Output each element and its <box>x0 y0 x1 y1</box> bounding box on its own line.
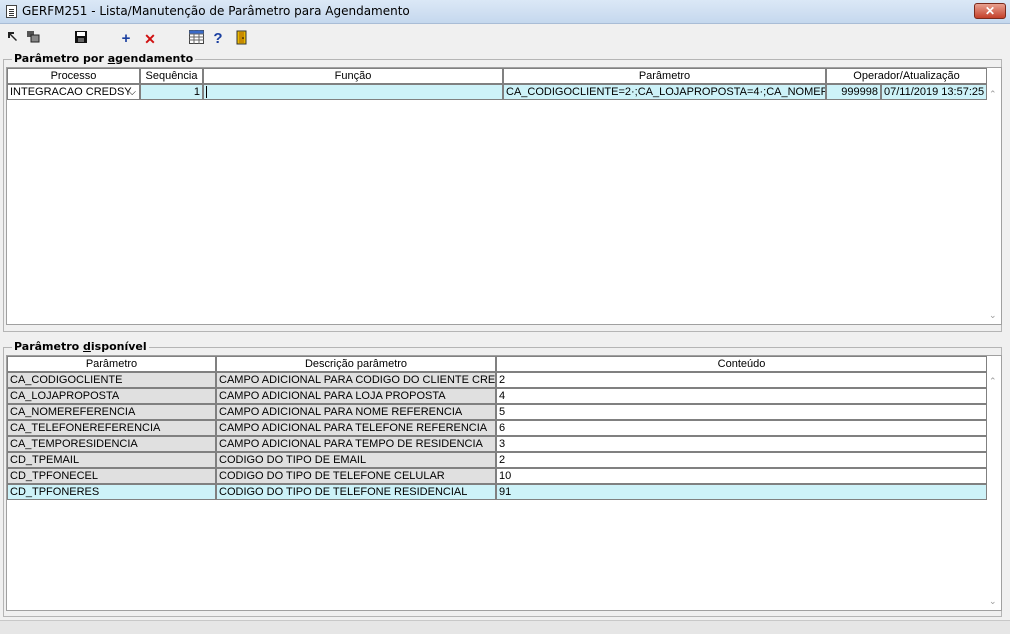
table-row-parametro[interactable]: CD_TPFONECEL <box>7 468 216 484</box>
toolbar: + ✕ ? <box>0 28 1010 50</box>
add-icon[interactable]: + <box>117 30 135 48</box>
table-row-descricao-selected[interactable]: CODIGO DO TIPO DE TELEFONE RESIDENCIAL <box>216 484 496 500</box>
agendamento-title: Parâmetro por agendamento <box>12 52 196 65</box>
disponivel-title: Parâmetro disponível <box>12 340 149 353</box>
atualizacao-field: 07/11/2019 13:57:25 <box>881 84 987 100</box>
table-row-descricao[interactable]: CAMPO ADICIONAL PARA TELEFONE REFERENCIA <box>216 420 496 436</box>
scroll-down-icon[interactable]: ⌄ <box>989 596 997 607</box>
col-header-processo[interactable]: Processo <box>7 68 140 84</box>
table-row-conteudo[interactable]: 5 <box>496 404 987 420</box>
help-icon[interactable]: ? <box>209 30 227 48</box>
close-button[interactable]: ✕ <box>974 3 1006 19</box>
col-header-parametro[interactable]: Parâmetro <box>503 68 826 84</box>
table-row-descricao[interactable]: CODIGO DO TIPO DE TELEFONE CELULAR <box>216 468 496 484</box>
table-row-descricao[interactable]: CAMPO ADICIONAL PARA CODIGO DO CLIENTE C… <box>216 372 496 388</box>
table-row-parametro[interactable]: CA_LOJAPROPOSTA <box>7 388 216 404</box>
document-icon <box>6 5 17 18</box>
window-titlebar: GERFM251 - Lista/Manutenção de Parâmetro… <box>0 0 1010 24</box>
windows-icon[interactable] <box>24 30 42 48</box>
agendamento-grid <box>6 67 1002 325</box>
funcao-field[interactable] <box>203 84 503 100</box>
processo-select[interactable]: INTEGRACAO CREDSY ⌵ <box>7 84 140 100</box>
text-cursor <box>206 86 207 99</box>
table-row-conteudo[interactable]: 2 <box>496 372 987 388</box>
exit-icon[interactable] <box>4 30 22 48</box>
window-title: GERFM251 - Lista/Manutenção de Parâmetro… <box>22 4 410 18</box>
table-row-parametro[interactable]: CA_TELEFONEREFERENCIA <box>7 420 216 436</box>
table-row-conteudo[interactable]: 6 <box>496 420 987 436</box>
table-row-parametro[interactable]: CA_TEMPORESIDENCIA <box>7 436 216 452</box>
door-icon[interactable] <box>233 30 251 48</box>
delete-icon[interactable]: ✕ <box>141 30 159 48</box>
col-header-funcao[interactable]: Função <box>203 68 503 84</box>
col-header-conteudo[interactable]: Conteúdo <box>496 356 987 372</box>
table-row-parametro[interactable]: CA_CODIGOCLIENTE <box>7 372 216 388</box>
table-row-conteudo[interactable]: 4 <box>496 388 987 404</box>
chevron-down-icon[interactable]: ⌵ <box>128 85 136 99</box>
scroll-up-icon[interactable]: ⌃ <box>989 376 997 387</box>
col-header-descricao[interactable]: Descrição parâmetro <box>216 356 496 372</box>
bottom-strip <box>0 620 1010 634</box>
sequencia-field[interactable]: 1 <box>140 84 203 100</box>
col-header-parametro-disp[interactable]: Parâmetro <box>7 356 216 372</box>
table-row-descricao[interactable]: CAMPO ADICIONAL PARA NOME REFERENCIA <box>216 404 496 420</box>
table-row-conteudo[interactable]: 2 <box>496 452 987 468</box>
table-row-conteudo[interactable]: 3 <box>496 436 987 452</box>
parametro-field[interactable]: CA_CODIGOCLIENTE=2·;CA_LOJAPROPOSTA=4·;C… <box>503 84 826 100</box>
table-row-conteudo[interactable]: 10 <box>496 468 987 484</box>
table-row-parametro[interactable]: CD_TPEMAIL <box>7 452 216 468</box>
table-row-parametro-selected[interactable]: CD_TPFONERES <box>7 484 216 500</box>
scroll-up-icon[interactable]: ⌃ <box>989 89 997 100</box>
table-row-descricao[interactable]: CAMPO ADICIONAL PARA TEMPO DE RESIDENCIA <box>216 436 496 452</box>
table-row-conteudo-selected[interactable]: 91 <box>496 484 987 500</box>
table-row-descricao[interactable]: CODIGO DO TIPO DE EMAIL <box>216 452 496 468</box>
processo-value: INTEGRACAO CREDSY <box>10 86 132 98</box>
grid-icon[interactable] <box>187 30 205 48</box>
table-row-descricao[interactable]: CAMPO ADICIONAL PARA LOJA PROPOSTA <box>216 388 496 404</box>
save-icon[interactable] <box>72 30 90 48</box>
operador-field: 999998 <box>826 84 881 100</box>
col-header-sequencia[interactable]: Sequência <box>140 68 203 84</box>
scroll-down-icon[interactable]: ⌄ <box>989 310 997 321</box>
col-header-operador[interactable]: Operador/Atualização <box>826 68 987 84</box>
table-row-parametro[interactable]: CA_NOMEREFERENCIA <box>7 404 216 420</box>
